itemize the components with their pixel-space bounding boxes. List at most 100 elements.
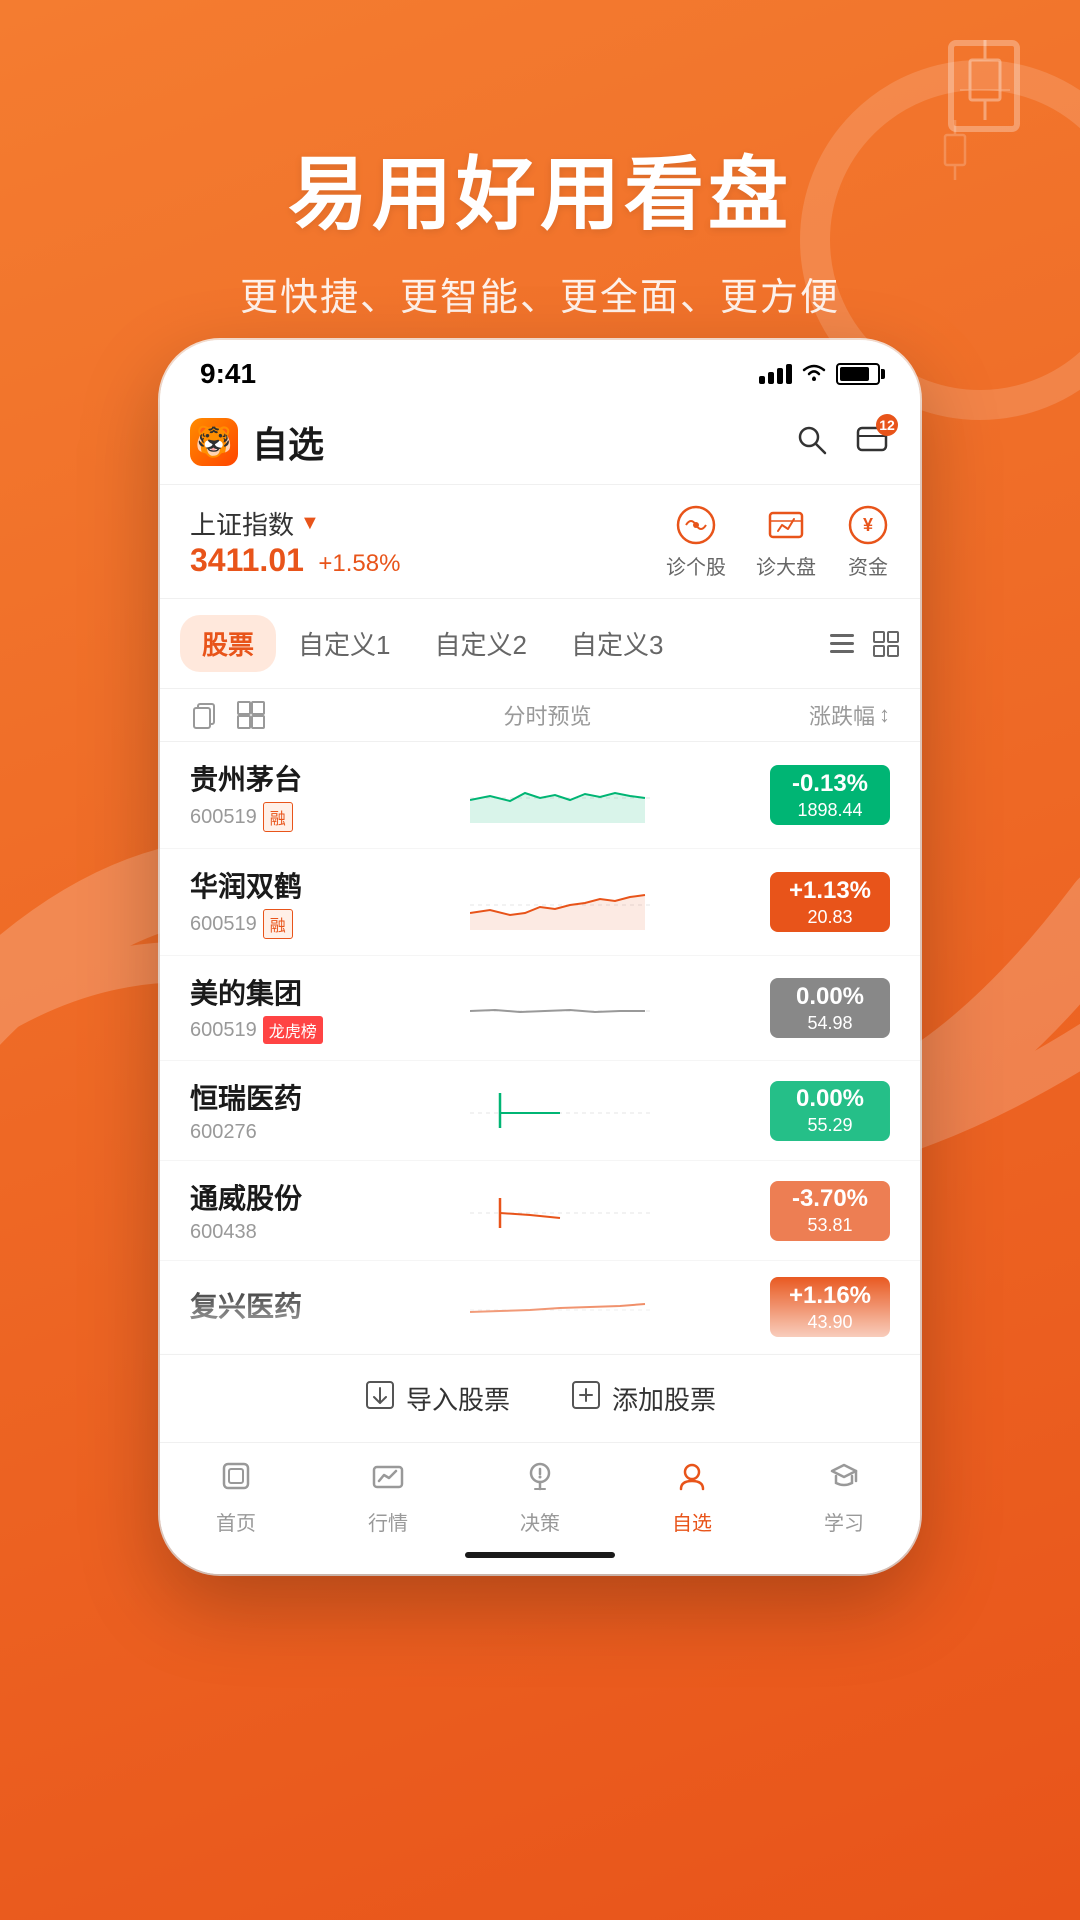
tab-custom1[interactable]: 自定义1 <box>276 615 412 672</box>
stock-info: 美的集团 600519 龙虎榜 <box>190 972 350 1044</box>
stock-row[interactable]: 贵州茅台 600519 融 -0.13 <box>160 742 920 849</box>
diagnose-market-label: 诊大盘 <box>756 551 816 580</box>
quick-actions: 诊个股 诊大盘 <box>666 503 890 580</box>
stock-code: 600519 融 <box>190 802 350 832</box>
nav-market[interactable]: 行情 <box>338 1459 438 1536</box>
copy-icon[interactable] <box>190 700 220 730</box>
phone-frame: 9:41 <box>160 340 920 1574</box>
phone-inner: 9:41 <box>160 340 920 1574</box>
change-label-header[interactable]: 涨跌幅 ↕ <box>809 699 890 731</box>
status-bar: 9:41 <box>160 340 920 400</box>
layout-icon[interactable] <box>236 700 266 730</box>
index-change: +1.58% <box>318 550 400 577</box>
learn-icon <box>827 1459 861 1501</box>
tab-custom2[interactable]: 自定义2 <box>412 615 548 672</box>
nav-learn-label: 学习 <box>824 1507 864 1536</box>
stock-tag: 龙虎榜 <box>263 1016 323 1044</box>
stock-code: 600438 <box>190 1221 350 1244</box>
index-bar: 上证指数 ▼ 3411.01 +1.58% <box>160 485 920 599</box>
add-stocks-button[interactable]: 添加股票 <box>570 1379 716 1418</box>
stock-chart <box>370 1081 750 1141</box>
index-values: 3411.01 +1.58% <box>190 542 666 579</box>
home-icon <box>219 1459 253 1501</box>
main-title: 易用好用看盘 <box>0 130 1080 246</box>
index-name[interactable]: 上证指数 ▼ <box>190 505 666 542</box>
tab-stocks[interactable]: 股票 <box>180 615 276 672</box>
add-label: 添加股票 <box>612 1380 716 1417</box>
bottom-actions: 导入股票 添加股票 <box>160 1354 920 1442</box>
stock-row[interactable]: 美的集团 600519 龙虎榜 0.00% <box>160 956 920 1061</box>
stock-row[interactable]: 恒瑞医药 600276 0.00% 55. <box>160 1061 920 1161</box>
add-icon <box>570 1379 602 1418</box>
stock-change-btn[interactable]: 0.00% 55.29 <box>770 1081 890 1141</box>
bottom-nav: 首页 行情 <box>160 1442 920 1544</box>
stock-change-btn[interactable]: -0.13% 1898.44 <box>770 765 890 825</box>
diagnose-market-icon <box>764 503 808 547</box>
tabs-overflow-icon[interactable] <box>828 630 856 658</box>
nav-market-label: 行情 <box>368 1507 408 1536</box>
status-time: 9:41 <box>200 358 256 390</box>
preview-label: 分时预览 <box>286 699 809 731</box>
tabs-bar: 股票 自定义1 自定义2 自定义3 <box>160 599 920 689</box>
phone-wrapper: 9:41 <box>160 340 920 1574</box>
import-icon <box>364 1379 396 1418</box>
stock-info: 复兴医药 <box>190 1285 350 1329</box>
stock-code: 600276 <box>190 1121 350 1144</box>
capital-icon: ¥ <box>846 503 890 547</box>
stock-chart <box>370 1277 750 1337</box>
market-icon <box>371 1459 405 1501</box>
list-header: 分时预览 涨跌幅 ↕ <box>160 689 920 742</box>
index-dropdown-icon: ▼ <box>300 512 320 535</box>
list-header-actions <box>190 700 266 730</box>
stock-list: 贵州茅台 600519 融 -0.13 <box>160 742 920 1354</box>
notification-badge: 12 <box>876 414 898 436</box>
stock-change-btn[interactable]: +1.13% 20.83 <box>770 872 890 932</box>
stock-change-btn[interactable]: -3.70% 53.81 <box>770 1181 890 1241</box>
stock-chart <box>370 1181 750 1241</box>
stock-code: 600519 龙虎榜 <box>190 1016 350 1044</box>
nav-decision-label: 决策 <box>520 1507 560 1536</box>
tabs-more <box>828 630 900 658</box>
stock-chart <box>370 765 750 825</box>
nav-watchlist[interactable]: 自选 <box>642 1459 742 1536</box>
stock-row[interactable]: 复兴医药 +1.16% 43.90 <box>160 1261 920 1354</box>
stock-chart <box>370 978 750 1038</box>
tabs-grid-icon[interactable] <box>872 630 900 658</box>
tab-custom3[interactable]: 自定义3 <box>549 615 685 672</box>
sub-title: 更快捷、更智能、更全面、更方便 <box>0 266 1080 321</box>
stock-name: 复兴医药 <box>190 1285 350 1325</box>
diagnose-stock-icon <box>674 503 718 547</box>
index-info: 上证指数 ▼ 3411.01 +1.58% <box>190 505 666 579</box>
nav-home[interactable]: 首页 <box>186 1459 286 1536</box>
app-logo: 🐯 <box>190 418 238 466</box>
signal-icon <box>759 364 792 384</box>
stock-info: 华润双鹤 600519 融 <box>190 865 350 939</box>
diagnose-stock-label: 诊个股 <box>666 551 726 580</box>
diagnose-market-button[interactable]: 诊大盘 <box>756 503 816 580</box>
stock-change-btn[interactable]: 0.00% 54.98 <box>770 978 890 1038</box>
app-header: 🐯 自选 12 <box>160 400 920 485</box>
capital-button[interactable]: ¥ 资金 <box>846 503 890 580</box>
stock-change-btn[interactable]: +1.16% 43.90 <box>770 1277 890 1337</box>
watchlist-icon <box>675 1459 709 1501</box>
stock-row[interactable]: 通威股份 600438 -3.70% 53 <box>160 1161 920 1261</box>
app-logo-tiger: 🐯 <box>195 425 232 460</box>
search-button[interactable] <box>794 422 830 463</box>
notification-button[interactable]: 12 <box>854 422 890 463</box>
stock-chart <box>370 872 750 932</box>
diagnose-stock-button[interactable]: 诊个股 <box>666 503 726 580</box>
stock-name: 通威股份 <box>190 1177 350 1217</box>
import-stocks-button[interactable]: 导入股票 <box>364 1379 510 1418</box>
stock-info: 恒瑞医药 600276 <box>190 1077 350 1144</box>
nav-decision[interactable]: 决策 <box>490 1459 590 1536</box>
stock-code: 600519 融 <box>190 909 350 939</box>
stock-info: 贵州茅台 600519 融 <box>190 758 350 832</box>
stock-row[interactable]: 华润双鹤 600519 融 +1.13 <box>160 849 920 956</box>
header-icons: 12 <box>794 422 890 463</box>
decision-icon <box>523 1459 557 1501</box>
home-bar <box>465 1552 615 1558</box>
nav-learn[interactable]: 学习 <box>794 1459 894 1536</box>
stock-info: 通威股份 600438 <box>190 1177 350 1244</box>
index-value: 3411.01 <box>190 542 304 578</box>
nav-home-label: 首页 <box>216 1507 256 1536</box>
